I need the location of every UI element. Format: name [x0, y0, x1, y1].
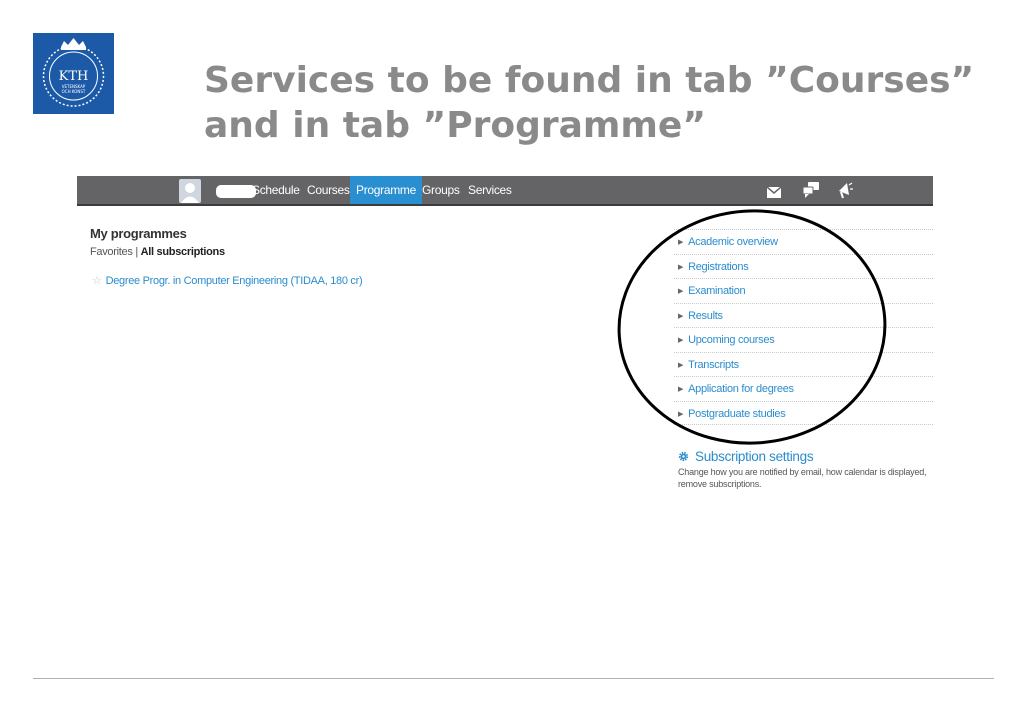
menu-item-transcripts[interactable]: ▶ Transcripts: [674, 351, 933, 377]
footer-divider: [33, 678, 994, 679]
programme-link-label: Degree Progr. in Computer Engineering (T…: [105, 275, 363, 287]
mail-icon[interactable]: [766, 185, 782, 203]
triangle-right-icon: ▶: [678, 288, 684, 295]
menu-item-label: Academic overview: [688, 236, 778, 248]
logo-text: KTH: [59, 69, 89, 84]
menu-item-label: Registrations: [688, 260, 749, 273]
filter-favorites[interactable]: Favorites: [90, 246, 133, 258]
triangle-right-icon: ▶: [678, 239, 684, 246]
triangle-right-icon: ▶: [678, 361, 684, 369]
subscription-settings-title: Subscription settings: [695, 449, 814, 464]
menu-item-registrations[interactable]: ▶ Registrations: [674, 253, 933, 279]
programme-filters: Favorites | All subscriptions: [90, 246, 225, 258]
slide-title-line-2: and in tab ”Programme”: [204, 105, 706, 146]
subscription-settings: Subscription settings Change how you are…: [678, 449, 933, 490]
avatar[interactable]: [179, 179, 201, 203]
triangle-right-icon: ▶: [678, 312, 684, 320]
chat-icon[interactable]: [802, 182, 819, 203]
tab-schedule[interactable]: Schedule: [252, 176, 300, 204]
subscription-settings-link[interactable]: Subscription settings: [678, 449, 933, 464]
tab-programme[interactable]: Programme: [350, 176, 422, 204]
triangle-right-icon: ▶: [678, 386, 684, 393]
tab-services[interactable]: Services: [468, 176, 512, 204]
menu-item-label: Examination: [688, 285, 746, 297]
filter-separator: |: [135, 246, 138, 258]
star-icon[interactable]: ☆: [92, 275, 102, 287]
kth-logo: KTH VETENSKAP OCH KONST: [33, 33, 114, 114]
gear-icon: [678, 451, 689, 462]
filter-all-subscriptions[interactable]: All subscriptions: [141, 246, 225, 258]
menu-item-academic-overview[interactable]: ▶ Academic overview: [674, 229, 933, 254]
menu-item-label: Postgraduate studies: [688, 407, 786, 420]
services-menu: ▶ Academic overview ▶ Registrations ▶ Exami…: [674, 229, 933, 425]
my-programmes-heading: My programmes: [90, 226, 187, 241]
menu-item-label: Application for degrees: [688, 383, 794, 395]
menu-item-results[interactable]: ▶ Results: [674, 302, 933, 328]
slide-title: Services to be found in tab ”Courses” an…: [204, 58, 1004, 148]
triangle-right-icon: ▶: [678, 410, 684, 418]
subscription-settings-description: Change how you are notified by email, ho…: [678, 467, 927, 489]
menu-item-upcoming-courses[interactable]: ▶ Upcoming courses: [674, 327, 933, 352]
menu-item-application-for-degrees[interactable]: ▶ Application for degrees: [674, 376, 933, 401]
menu-item-label: Transcripts: [688, 358, 739, 371]
programme-link[interactable]: ☆ Degree Progr. in Computer Engineering (…: [92, 274, 363, 287]
megaphone-icon[interactable]: [837, 181, 853, 204]
tab-groups[interactable]: Groups: [422, 176, 460, 204]
menu-item-examination[interactable]: ▶ Examination: [674, 278, 933, 303]
embedded-screenshot: Schedule Courses Programme Groups Servic…: [77, 176, 933, 506]
tab-courses[interactable]: Courses: [307, 176, 350, 204]
menu-item-label: Results: [688, 309, 723, 322]
logo-subtext-2: OCH KONST: [62, 89, 86, 94]
triangle-right-icon: ▶: [678, 337, 684, 344]
menu-item-label: Upcoming courses: [688, 334, 775, 346]
redacted-username: [216, 185, 256, 198]
menu-item-postgraduate-studies[interactable]: ▶ Postgraduate studies: [674, 400, 933, 425]
slide-title-line-1: Services to be found in tab ”Courses”: [204, 60, 975, 101]
triangle-right-icon: ▶: [678, 263, 684, 271]
top-nav-bar: Schedule Courses Programme Groups Servic…: [77, 176, 933, 206]
